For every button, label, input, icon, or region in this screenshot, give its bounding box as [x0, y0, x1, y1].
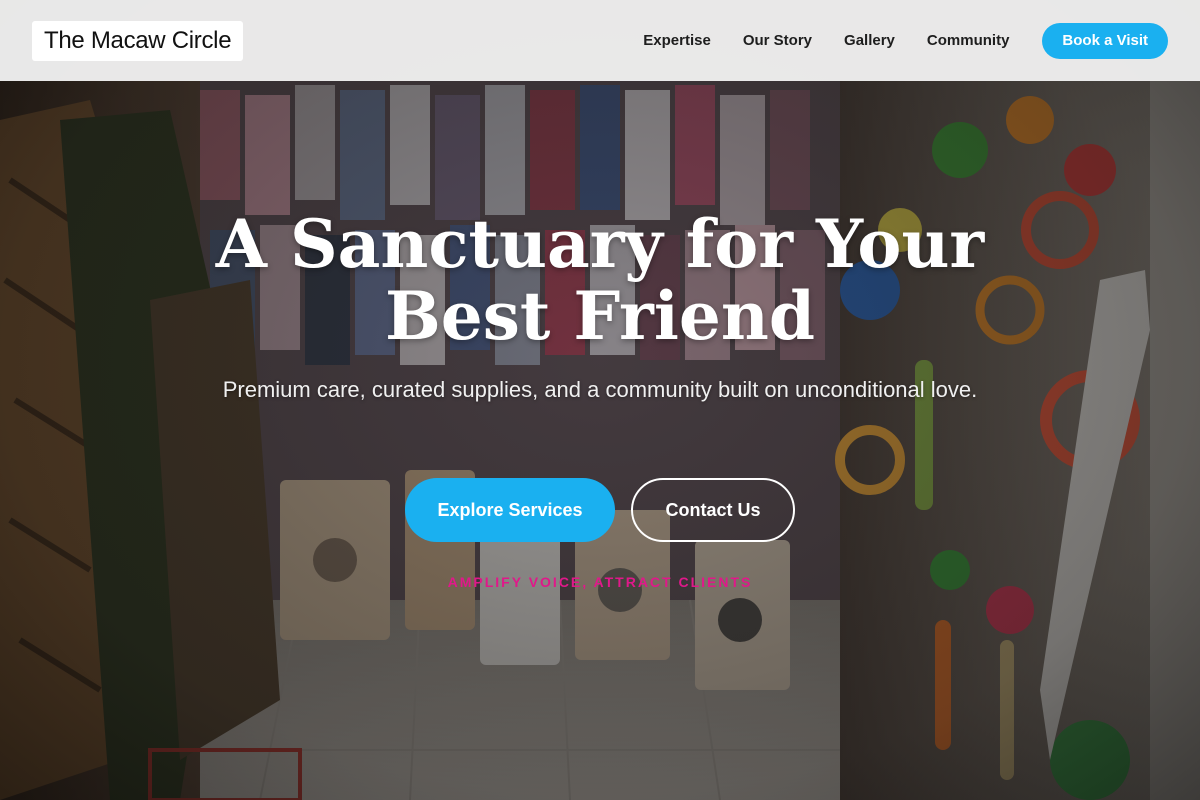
main-nav: Expertise Our Story Gallery Community [643, 32, 1009, 49]
site-logo[interactable]: The Macaw Circle [32, 20, 244, 61]
nav-link-gallery[interactable]: Gallery [844, 32, 895, 49]
site-header: The Macaw Circle Expertise Our Story Gal… [0, 0, 1200, 81]
explore-services-button[interactable]: Explore Services [405, 478, 615, 542]
hero-title: A Sanctuary for Your Best Friend [215, 205, 985, 355]
nav-link-community[interactable]: Community [927, 32, 1010, 49]
book-visit-button[interactable]: Book a Visit [1042, 22, 1168, 59]
nav-link-expertise[interactable]: Expertise [643, 32, 711, 49]
hero-tagline: AMPLIFY VOICE, ATTRACT CLIENTS [447, 574, 753, 590]
hero-subtitle: Premium care, curated supplies, and a co… [222, 377, 978, 402]
nav-link-our-story[interactable]: Our Story [743, 32, 812, 49]
contact-us-button[interactable]: Contact Us [631, 478, 795, 542]
